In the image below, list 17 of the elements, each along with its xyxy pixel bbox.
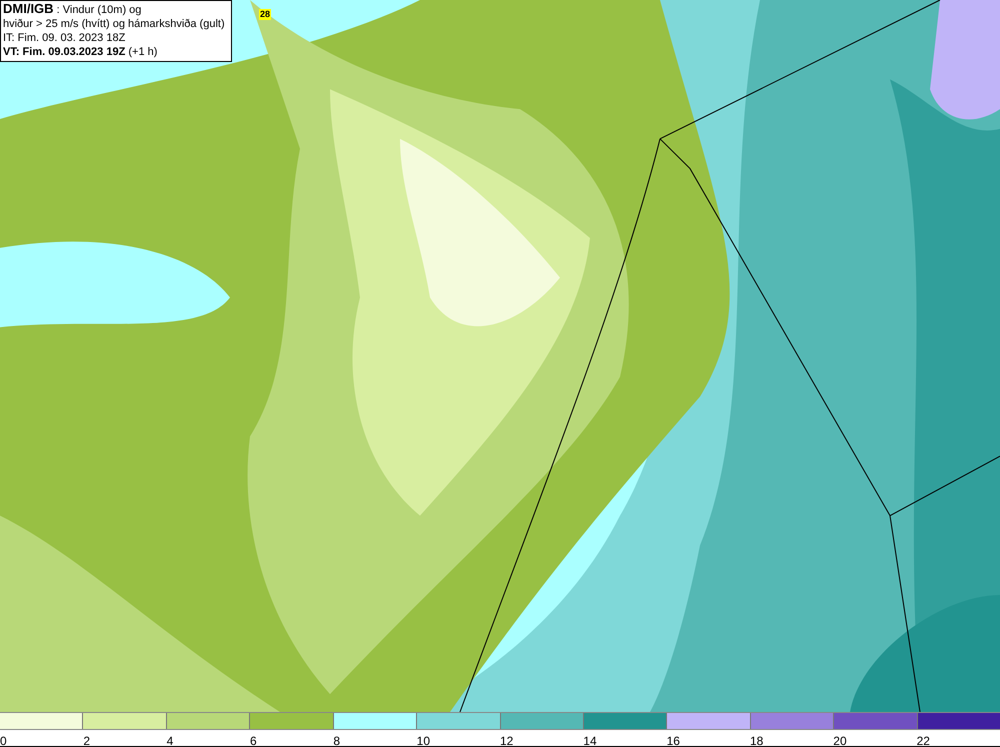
issue-time: IT: Fim. 09. 03. 2023 18Z (3, 31, 126, 45)
legend-label: 22 (916, 734, 930, 747)
legend-label: 18 (750, 734, 764, 747)
legend-label: 8 (333, 734, 340, 747)
legend-label: 6 (250, 734, 257, 747)
legend-label: 4 (166, 734, 174, 747)
legend-label: 0 (0, 734, 7, 747)
legend-label: 14 (583, 734, 597, 747)
legend-label: 2 (83, 734, 90, 747)
gust-label: 28 (259, 9, 272, 20)
map-title: DMI/IGB : Vindur (10m) og (3, 2, 142, 17)
legend-label: 20 (833, 734, 847, 747)
legend-label: 10 (416, 734, 430, 747)
map-subtitle: hviður > 25 m/s (hvítt) og hámarkshviða (gult) (3, 17, 226, 31)
legend-label: 16 (666, 734, 680, 747)
legend-label: 12 (500, 734, 514, 747)
valid-time: VT: Fim. 09.03.2023 19Z (+1 h) (3, 45, 158, 59)
